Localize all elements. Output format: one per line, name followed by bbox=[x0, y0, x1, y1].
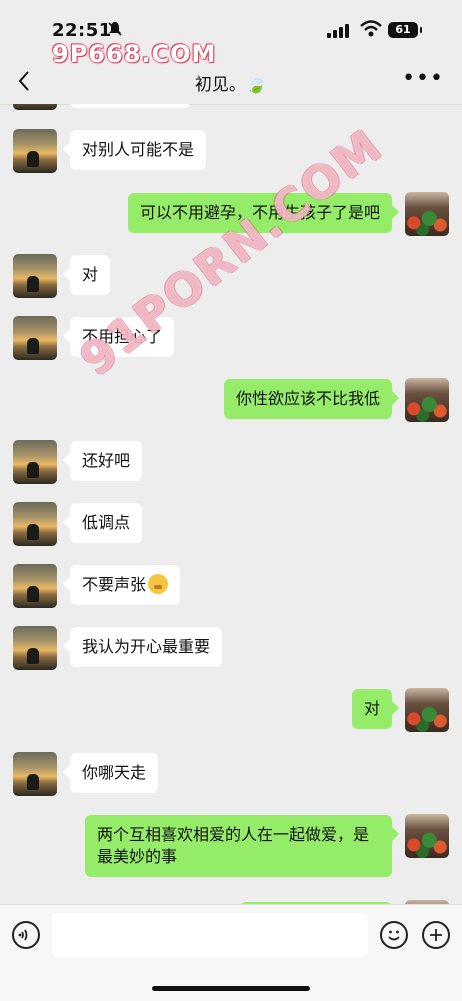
contact-avatar[interactable] bbox=[13, 564, 57, 608]
voice-icon[interactable] bbox=[12, 921, 40, 949]
my-avatar[interactable] bbox=[405, 192, 449, 236]
message-input[interactable] bbox=[52, 913, 368, 957]
message-list[interactable]: 对别人可能不是 可以不用避孕，不用生孩子了是吧 对 不用担心了 你性欲应该不比我… bbox=[0, 104, 462, 904]
contact-avatar[interactable] bbox=[13, 254, 57, 298]
status-time: 22:51 bbox=[52, 20, 112, 41]
message-bubble-incoming[interactable]: 不要声张 bbox=[70, 565, 181, 605]
my-avatar[interactable] bbox=[405, 378, 449, 422]
message-bubble-outgoing[interactable]: 可以不用避孕，不用生孩子了是吧 bbox=[127, 193, 392, 233]
message-bubble-incoming[interactable]: 对 bbox=[70, 255, 111, 295]
message-bubble-outgoing[interactable]: 你性欲应该不比我低 bbox=[223, 379, 392, 419]
chat-header: 初见。🍃 ••• bbox=[0, 58, 462, 105]
message-text: 不要声张 bbox=[82, 575, 147, 594]
message-bubble-partial bbox=[70, 104, 190, 108]
chat-title: 初见。🍃 bbox=[194, 75, 268, 95]
message-bubble-incoming[interactable]: 不用担心了 bbox=[70, 317, 175, 357]
battery-indicator: 61 bbox=[388, 22, 422, 38]
more-options-button[interactable]: ••• bbox=[402, 66, 444, 91]
contact-avatar[interactable] bbox=[13, 104, 57, 110]
message-bubble-incoming[interactable]: 低调点 bbox=[70, 503, 143, 543]
emoji-icon[interactable] bbox=[380, 921, 408, 949]
status-bar: 22:51 61 9P668.COM bbox=[0, 0, 462, 68]
contact-avatar[interactable] bbox=[13, 626, 57, 670]
shushing-face-icon bbox=[148, 574, 169, 594]
my-avatar[interactable] bbox=[405, 814, 449, 858]
message-bubble-incoming[interactable]: 还好吧 bbox=[70, 441, 143, 481]
contact-avatar[interactable] bbox=[13, 752, 57, 796]
wifi-icon bbox=[360, 20, 382, 38]
contact-avatar[interactable] bbox=[13, 129, 57, 173]
bell-muted-icon bbox=[108, 21, 122, 41]
message-bubble-incoming[interactable]: 我认为开心最重要 bbox=[70, 627, 223, 667]
plus-icon[interactable] bbox=[422, 921, 450, 949]
contact-avatar[interactable] bbox=[13, 502, 57, 546]
my-avatar[interactable] bbox=[405, 688, 449, 732]
home-indicator[interactable] bbox=[152, 986, 310, 991]
message-bubble-incoming[interactable]: 对别人可能不是 bbox=[70, 130, 207, 170]
message-bubble-outgoing[interactable]: 对 bbox=[351, 689, 392, 729]
contact-avatar[interactable] bbox=[13, 316, 57, 360]
message-bubble-outgoing[interactable]: 两个互相喜欢相爱的人在一起做爱，是最美妙的事 bbox=[85, 815, 392, 877]
message-bubble-incoming[interactable]: 你哪天走 bbox=[70, 753, 159, 793]
contact-avatar[interactable] bbox=[13, 440, 57, 484]
cellular-signal-icon bbox=[327, 24, 351, 38]
